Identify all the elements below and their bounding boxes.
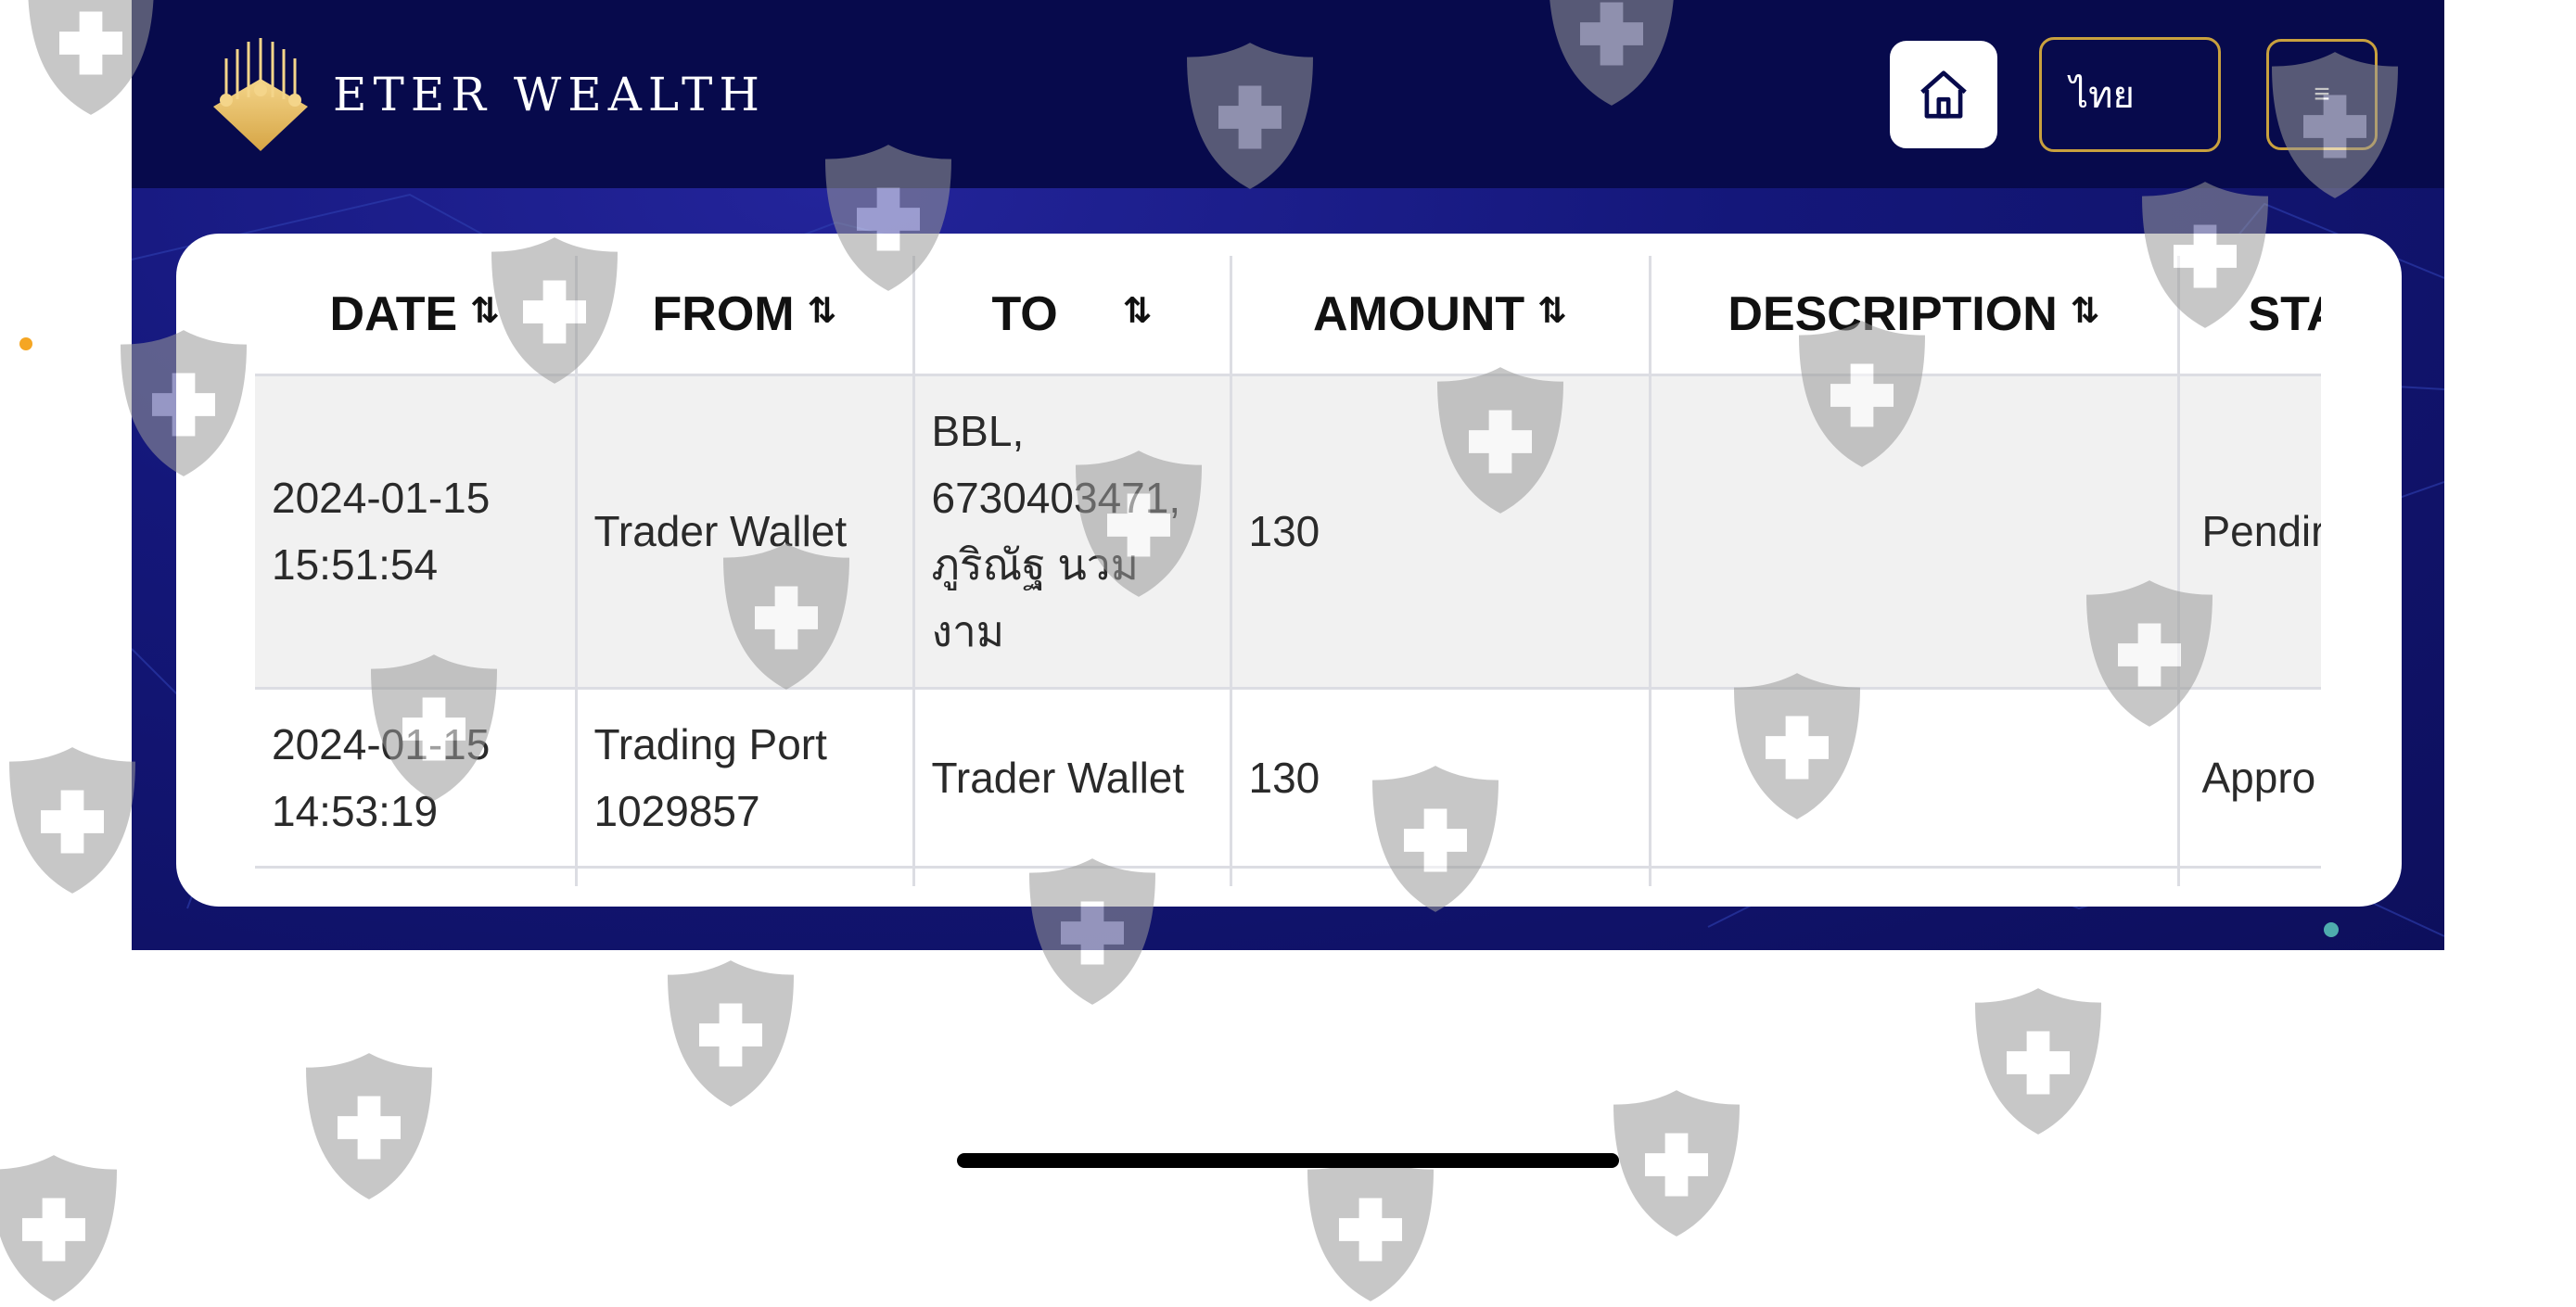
cell-empty: [1650, 867, 2178, 886]
cell-empty: [255, 867, 576, 886]
cell-from: Trader Wallet: [576, 374, 913, 688]
home-button[interactable]: [1890, 41, 1997, 148]
sort-icon[interactable]: ⇅: [1123, 292, 1153, 331]
side-dot: [19, 337, 32, 350]
column-label: FROM: [653, 287, 795, 341]
column-label: TO: [991, 287, 1057, 341]
column-label: STA: [2249, 287, 2322, 341]
shield-cross-icon: [0, 1149, 126, 1307]
shield-cross-icon: [1298, 1149, 1443, 1307]
cell-from: Trading Port 1029857: [576, 688, 913, 867]
language-label: ไทย: [2070, 65, 2135, 124]
app-window: ETER WEALTH ไทย ≡: [132, 0, 2444, 950]
crown-logo-icon: [198, 32, 324, 158]
sort-icon[interactable]: ⇅: [808, 292, 837, 331]
table-header-row: DATE ⇅ FROM ⇅ TO ⇅ AMOUNT ⇅ DESCRIPTION ⇅: [255, 256, 2321, 374]
cell-amount: 130: [1231, 374, 1650, 688]
brand-logo[interactable]: ETER WEALTH: [198, 30, 766, 159]
top-navigation-bar: ETER WEALTH ไทย ≡: [132, 0, 2444, 188]
column-header-amount[interactable]: AMOUNT ⇅: [1231, 256, 1650, 374]
cell-status: Appro: [2178, 688, 2321, 867]
cell-empty: [913, 867, 1231, 886]
cell-date: 2024-01-15 14:53:19: [255, 688, 576, 867]
brand-name: ETER WEALTH: [333, 68, 766, 121]
cell-empty: [576, 867, 913, 886]
shield-cross-icon: [1966, 983, 2111, 1140]
sort-icon[interactable]: ⇅: [1537, 292, 1567, 331]
cell-description: [1650, 374, 2178, 688]
column-header-from[interactable]: FROM ⇅: [576, 256, 913, 374]
sort-icon[interactable]: ⇅: [470, 292, 500, 331]
sort-icon[interactable]: ⇅: [2071, 292, 2100, 331]
shield-cross-icon: [0, 742, 145, 899]
language-selector[interactable]: ไทย: [2039, 37, 2221, 152]
column-header-to[interactable]: TO ⇅: [913, 256, 1231, 374]
column-label: DATE: [329, 287, 457, 341]
menu-icon: ≡: [2314, 79, 2330, 110]
column-header-status[interactable]: STA: [2178, 256, 2321, 374]
home-icon: [1915, 66, 1972, 123]
transactions-card: DATE ⇅ FROM ⇅ TO ⇅ AMOUNT ⇅ DESCRIPTION ⇅: [176, 234, 2402, 907]
shield-cross-icon: [297, 1047, 441, 1205]
table-row[interactable]: 2024-01-15 14:53:19 Trading Port 1029857…: [255, 688, 2321, 867]
cell-to: Trader Wallet: [913, 688, 1231, 867]
cell-empty: [2178, 867, 2321, 886]
table-row: [255, 867, 2321, 886]
home-indicator-bar[interactable]: [957, 1153, 1619, 1168]
column-label: AMOUNT: [1313, 287, 1524, 341]
transactions-table: DATE ⇅ FROM ⇅ TO ⇅ AMOUNT ⇅ DESCRIPTION ⇅: [255, 256, 2321, 886]
cell-empty: [1231, 867, 1650, 886]
column-label: DESCRIPTION: [1728, 287, 2057, 341]
cell-status: Pendir: [2178, 374, 2321, 688]
column-header-description[interactable]: DESCRIPTION ⇅: [1650, 256, 2178, 374]
table-row[interactable]: 2024-01-15 15:51:54 Trader Wallet BBL, 6…: [255, 374, 2321, 688]
shield-cross-icon: [1604, 1085, 1749, 1242]
cell-to: BBL, 6730403471, ภูริณัฐ นวม งาม: [913, 374, 1231, 688]
shield-cross-icon: [658, 955, 803, 1112]
menu-button[interactable]: ≡: [2266, 39, 2378, 150]
transactions-table-scroll[interactable]: DATE ⇅ FROM ⇅ TO ⇅ AMOUNT ⇅ DESCRIPTION ⇅: [255, 256, 2321, 886]
cell-amount: 130: [1231, 688, 1650, 867]
column-header-date[interactable]: DATE ⇅: [255, 256, 576, 374]
cell-description: [1650, 688, 2178, 867]
cell-date: 2024-01-15 15:51:54: [255, 374, 576, 688]
